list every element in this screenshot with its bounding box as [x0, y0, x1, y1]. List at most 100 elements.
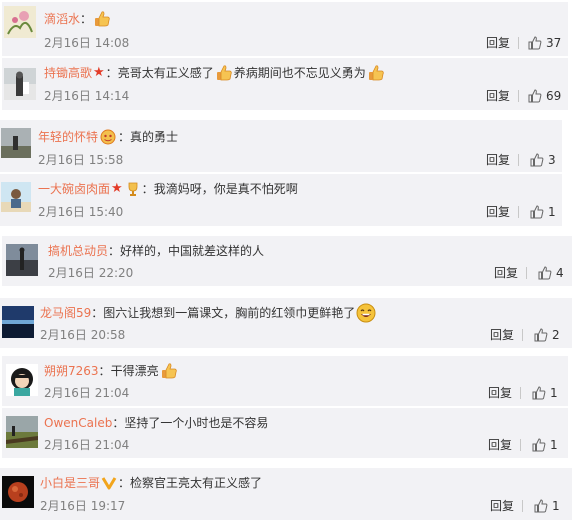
- comment-date: 2月16日 15:40: [38, 205, 124, 219]
- avatar[interactable]: [6, 416, 38, 448]
- like-button[interactable]: 1: [534, 498, 560, 514]
- like-count: 1: [552, 499, 560, 513]
- star-badge-icon: ★: [93, 65, 105, 80]
- thumbs-up-icon: [538, 266, 552, 280]
- thumbs-up-icon: [530, 205, 544, 219]
- comment-body: 年轻的怀特 ： 真的勇士: [38, 128, 178, 146]
- divider: [518, 206, 519, 218]
- comment-card: 年轻的怀特 ： 真的勇士 2月16日 15:58 回复 3: [0, 120, 562, 172]
- thumbs-up-emoji-icon: [161, 363, 177, 379]
- like-button[interactable]: 1: [532, 385, 558, 401]
- reply-button[interactable]: 回复: [486, 204, 510, 220]
- avatar[interactable]: [1, 182, 31, 212]
- reply-button[interactable]: 回复: [494, 265, 518, 281]
- thumbs-up-icon: [532, 438, 546, 452]
- comment-body: 朔朔7263 ： 干得漂亮: [44, 362, 179, 380]
- avatar[interactable]: [6, 364, 38, 396]
- comment-card: 小白是三哥 ： 检察官王亮太有正义感了 2月16日 19:17 回复 1: [0, 468, 572, 520]
- divider: [522, 500, 523, 512]
- comment-body: 持锄高歌 ★ ： 亮哥太有正义感了 养病期间也不忘见义勇为: [44, 64, 386, 82]
- like-button[interactable]: 1: [532, 437, 558, 453]
- like-count: 2: [552, 328, 560, 342]
- like-count: 37: [546, 36, 562, 50]
- reply-button[interactable]: 回复: [486, 152, 510, 168]
- comment-date: 2月16日 14:14: [44, 89, 130, 103]
- divider: [526, 267, 527, 279]
- divider: [522, 329, 523, 341]
- separator: ：: [118, 130, 131, 144]
- divider: [518, 90, 519, 102]
- reply-button[interactable]: 回复: [486, 35, 510, 51]
- comment-body: 小白是三哥 ： 检察官王亮太有正义感了: [40, 474, 262, 492]
- comment-date: 2月16日 20:58: [40, 328, 126, 342]
- comment-text: 亮哥太有正义感了: [117, 66, 214, 80]
- separator: ：: [105, 66, 118, 80]
- laughing-face-emoji-icon: [356, 303, 376, 323]
- comment-date: 2月16日 21:04: [44, 386, 130, 400]
- comment-body: 一大碗卤肉面 ★ ： 我滴妈呀，你是真不怕死啊: [38, 180, 298, 198]
- thumbs-up-icon: [528, 89, 542, 103]
- avatar[interactable]: [1, 128, 31, 158]
- like-count: 1: [550, 438, 558, 452]
- comment-card: 搞机总动员 ： 好样的，中国就差这样的人 2月16日 22:20 回复 4: [2, 236, 572, 286]
- comment-text: 坚持了一个小时也是不容易: [124, 416, 269, 430]
- member-badge-icon: [100, 129, 116, 145]
- separator: ：: [80, 12, 93, 26]
- avatar[interactable]: [2, 476, 34, 508]
- like-count: 69: [546, 89, 562, 103]
- username-link[interactable]: 龙马阁59: [40, 304, 91, 322]
- username-link[interactable]: 年轻的怀特: [38, 128, 98, 146]
- divider: [518, 37, 519, 49]
- avatar[interactable]: [2, 306, 34, 338]
- reply-button[interactable]: 回复: [488, 437, 512, 453]
- separator: ：: [108, 244, 121, 258]
- comment-body: 滴滔水 ：: [44, 10, 112, 28]
- like-count: 1: [550, 386, 558, 400]
- comment-card: 滴滔水 ： 2月16日 14:08 回复 37: [2, 2, 568, 56]
- reply-button[interactable]: 回复: [488, 385, 512, 401]
- separator: ：: [91, 306, 104, 320]
- like-button[interactable]: 3: [530, 152, 556, 168]
- separator: ：: [112, 416, 125, 430]
- comment-date: 2月16日 15:58: [38, 153, 124, 167]
- comment-date: 2月16日 21:04: [44, 438, 130, 452]
- thumbs-up-icon: [534, 328, 548, 342]
- like-count: 4: [556, 266, 564, 280]
- like-button[interactable]: 69: [528, 88, 561, 104]
- comment-text: 图六让我想到一篇课文，胸前的红领巾更鲜艳了: [103, 306, 356, 320]
- comment-text: 好样的，中国就差这样的人: [120, 244, 265, 258]
- username-link[interactable]: 朔朔7263: [44, 362, 99, 380]
- comment-card: 持锄高歌 ★ ： 亮哥太有正义感了 养病期间也不忘见义勇为 2月16日 14:1…: [2, 58, 568, 110]
- like-button[interactable]: 1: [530, 204, 556, 220]
- comment-body: 龙马阁59 ： 图六让我想到一篇课文，胸前的红领巾更鲜艳了: [40, 303, 377, 323]
- divider: [520, 387, 521, 399]
- comment-card: OwenCaleb ： 坚持了一个小时也是不容易 2月16日 21:04 回复 …: [2, 408, 568, 458]
- username-link[interactable]: 滴滔水: [44, 10, 80, 28]
- divider: [520, 439, 521, 451]
- like-button[interactable]: 4: [538, 265, 564, 281]
- reply-button[interactable]: 回复: [486, 88, 510, 104]
- comment-text: 我滴妈呀，你是真不怕死啊: [153, 182, 298, 196]
- avatar[interactable]: [6, 244, 38, 276]
- like-button[interactable]: 37: [528, 35, 561, 51]
- like-count: 1: [548, 205, 556, 219]
- thumbs-up-emoji-icon: [95, 11, 110, 27]
- reply-button[interactable]: 回复: [490, 327, 514, 343]
- avatar[interactable]: [4, 68, 36, 100]
- separator: ：: [141, 182, 154, 196]
- thumbs-up-icon: [534, 499, 548, 513]
- username-link[interactable]: 搞机总动员: [48, 242, 108, 260]
- username-link[interactable]: OwenCaleb: [44, 414, 112, 432]
- reply-button[interactable]: 回复: [490, 498, 514, 514]
- avatar[interactable]: [4, 6, 36, 38]
- comment-text: 干得漂亮: [110, 364, 159, 378]
- like-button[interactable]: 2: [534, 327, 560, 343]
- thumbs-up-icon: [532, 386, 546, 400]
- thumbs-up-emoji-icon: [368, 65, 384, 81]
- username-link[interactable]: 小白是三哥: [40, 474, 100, 492]
- username-link[interactable]: 持锄高歌: [44, 64, 92, 82]
- comment-card: 朔朔7263 ： 干得漂亮 2月16日 21:04 回复 1: [2, 356, 568, 406]
- verified-v-badge-icon: [101, 477, 117, 490]
- trophy-badge-icon: [128, 182, 138, 196]
- username-link[interactable]: 一大碗卤肉面: [38, 180, 110, 198]
